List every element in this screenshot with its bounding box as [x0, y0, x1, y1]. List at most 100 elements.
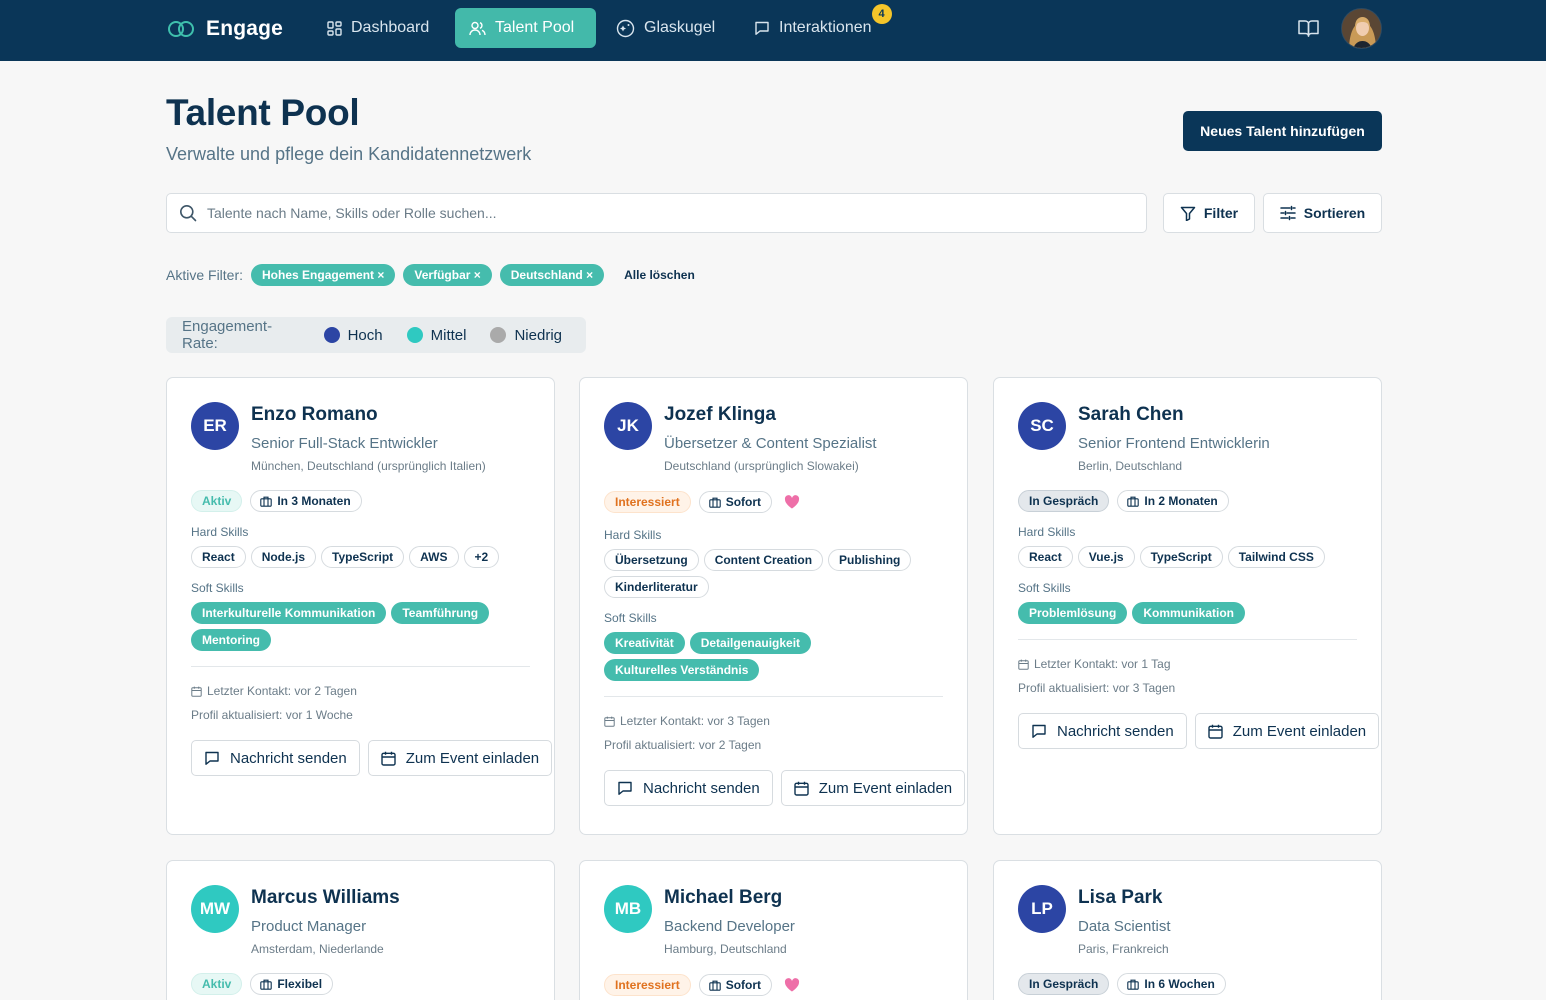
- talent-card[interactable]: MB Michael Berg Backend Developer Hambur…: [579, 860, 968, 1000]
- soft-skills-list: Interkulturelle Kommunikation Teamführun…: [191, 602, 530, 651]
- nav-interaktionen[interactable]: Interaktionen 4: [740, 4, 892, 48]
- talent-name[interactable]: Lisa Park: [1078, 887, 1163, 909]
- message-icon: [618, 781, 632, 795]
- talent-location: Paris, Frankreich: [1078, 942, 1169, 956]
- filter-chip-available[interactable]: Verfügbar ×: [403, 264, 492, 286]
- brand-name: Engage: [206, 17, 284, 40]
- hard-skill-tag: Übersetzung: [604, 549, 699, 571]
- page-title: Talent Pool: [166, 92, 360, 133]
- clear-all-filters[interactable]: Alle löschen: [624, 268, 695, 282]
- filter-chip-germany[interactable]: Deutschland ×: [499, 264, 605, 286]
- legend-item-label: Niedrig: [514, 326, 562, 344]
- talent-card[interactable]: JK Jozef Klinga Übersetzer & Content Spe…: [579, 377, 968, 835]
- talent-role: Backend Developer: [664, 918, 795, 935]
- help-book-button[interactable]: [1296, 16, 1320, 40]
- engagement-dot-icon: [323, 327, 340, 343]
- availability-label: Sofort: [725, 495, 762, 509]
- hard-skills-label: Hard Skills: [191, 525, 249, 539]
- brand[interactable]: Engage: [168, 15, 283, 43]
- invite-event-button[interactable]: Zum Event einladen: [367, 740, 553, 776]
- talent-name[interactable]: Jozef Klinga: [664, 404, 776, 426]
- search-bar[interactable]: [166, 193, 1147, 233]
- talent-role: Data Scientist: [1078, 918, 1171, 935]
- more-skills-tag[interactable]: +2: [463, 546, 500, 568]
- talent-location: Amsterdam, Niederlande: [251, 942, 384, 956]
- card-actions: Nachricht senden Zum Event einladen: [604, 770, 966, 806]
- top-navigation: Engage Dashboard Talent Pool Glaskugel I…: [0, 0, 1546, 61]
- availability-label: In 3 Monaten: [277, 494, 351, 508]
- invite-event-button[interactable]: Zum Event einladen: [780, 770, 966, 806]
- invite-event-label: Zum Event einladen: [818, 779, 953, 797]
- filter-icon: [1180, 206, 1196, 221]
- card-actions: Nachricht senden Zum Event einladen: [191, 740, 553, 776]
- favorite-heart-icon[interactable]: [784, 495, 800, 509]
- calendar-icon: [381, 751, 396, 766]
- nav-glaskugel-label: Glaskugel: [644, 19, 716, 36]
- talent-card[interactable]: MW Marcus Williams Product Manager Amste…: [166, 860, 555, 1000]
- notification-badge: 4: [871, 4, 892, 24]
- send-message-button[interactable]: Nachricht senden: [191, 740, 360, 776]
- favorite-heart-icon[interactable]: [784, 978, 800, 992]
- talent-card[interactable]: SC Sarah Chen Senior Frontend Entwickler…: [993, 377, 1382, 835]
- status-row: Aktiv In 3 Monaten: [191, 490, 530, 512]
- talent-location: Berlin, Deutschland: [1078, 459, 1183, 473]
- search-input[interactable]: [207, 205, 1107, 221]
- profile-updated: Profil aktualisiert: vor 3 Tagen: [1018, 680, 1357, 696]
- status-row: In Gespräch In 6 Wochen: [1018, 973, 1357, 995]
- talent-name[interactable]: Michael Berg: [664, 887, 782, 909]
- legend-item-label: Hoch: [347, 326, 383, 344]
- hard-skill-tag: Kinderliteratur: [604, 576, 709, 598]
- engagement-dot-icon: [490, 327, 507, 343]
- divider: [604, 696, 943, 697]
- send-message-button[interactable]: Nachricht senden: [1018, 713, 1187, 749]
- nav-glaskugel[interactable]: Glaskugel: [602, 8, 729, 48]
- filter-button-label: Filter: [1203, 205, 1239, 221]
- availability-badge: In 6 Wochen: [1117, 973, 1226, 995]
- talent-card[interactable]: ER Enzo Romano Senior Full-Stack Entwick…: [166, 377, 555, 835]
- invite-event-label: Zum Event einladen: [1232, 722, 1367, 740]
- engagement-dot-icon: [406, 327, 423, 343]
- status-row: Aktiv Flexibel: [191, 973, 530, 995]
- legend-item-high: Hoch: [323, 326, 383, 344]
- last-contact: Letzter Kontakt: vor 1 Tag: [1018, 656, 1357, 672]
- message-icon: [1032, 724, 1046, 738]
- invite-event-button[interactable]: Zum Event einladen: [1194, 713, 1380, 749]
- send-message-label: Nachricht senden: [230, 749, 347, 767]
- card-actions: Nachricht senden Zum Event einladen: [1018, 713, 1380, 749]
- soft-skill-tag: Problemlösung: [1018, 602, 1128, 624]
- legend-label: Engagement-Rate:: [182, 318, 273, 352]
- calendar-icon: [604, 716, 615, 727]
- hard-skill-tag: Tailwind CSS: [1227, 546, 1325, 568]
- talent-name[interactable]: Enzo Romano: [251, 404, 378, 426]
- hard-skill-tag: TypeScript: [1139, 546, 1223, 568]
- availability-label: Sofort: [725, 978, 762, 992]
- talent-avatar: ER: [191, 402, 239, 450]
- status-badge: In Gespräch: [1018, 490, 1110, 512]
- soft-skills-label: Soft Skills: [604, 611, 657, 625]
- profile-updated: Profil aktualisiert: vor 1 Woche: [191, 707, 530, 723]
- add-talent-button[interactable]: Neues Talent hinzufügen: [1183, 111, 1382, 151]
- talent-card[interactable]: LP Lisa Park Data Scientist Paris, Frank…: [993, 860, 1382, 1000]
- talent-name[interactable]: Marcus Williams: [251, 887, 400, 909]
- hard-skills-list: Übersetzung Content Creation Publishing …: [604, 549, 943, 598]
- talent-name[interactable]: Sarah Chen: [1078, 404, 1184, 426]
- talent-role: Übersetzer & Content Spezialist: [664, 435, 877, 452]
- send-message-button[interactable]: Nachricht senden: [604, 770, 773, 806]
- user-photo: [1342, 9, 1381, 48]
- nav-dashboard[interactable]: Dashboard: [313, 8, 443, 48]
- hard-skill-tag: Node.js: [250, 546, 317, 568]
- talent-card-body: Aktiv In 3 Monaten Hard Skills React Nod…: [191, 490, 553, 776]
- hard-skills-list: React Node.js TypeScript AWS +2: [191, 546, 530, 568]
- filter-chip-high-engagement[interactable]: Hohes Engagement ×: [251, 264, 396, 286]
- nav-talent-pool[interactable]: Talent Pool: [455, 8, 596, 48]
- invite-event-label: Zum Event einladen: [405, 749, 540, 767]
- profile-updated-text: Profil aktualisiert: vor 2 Tagen: [604, 738, 762, 752]
- sort-button[interactable]: Sortieren: [1263, 193, 1382, 233]
- talent-card-body: In Gespräch In 6 Wochen: [1018, 973, 1357, 995]
- filter-button[interactable]: Filter: [1163, 193, 1255, 233]
- hard-skill-tag: React: [1018, 546, 1073, 568]
- legend-item-label: Mittel: [430, 326, 467, 344]
- user-avatar[interactable]: [1341, 8, 1382, 49]
- status-badge: In Gespräch: [1018, 973, 1110, 995]
- hard-skill-tag: Vue.js: [1077, 546, 1135, 568]
